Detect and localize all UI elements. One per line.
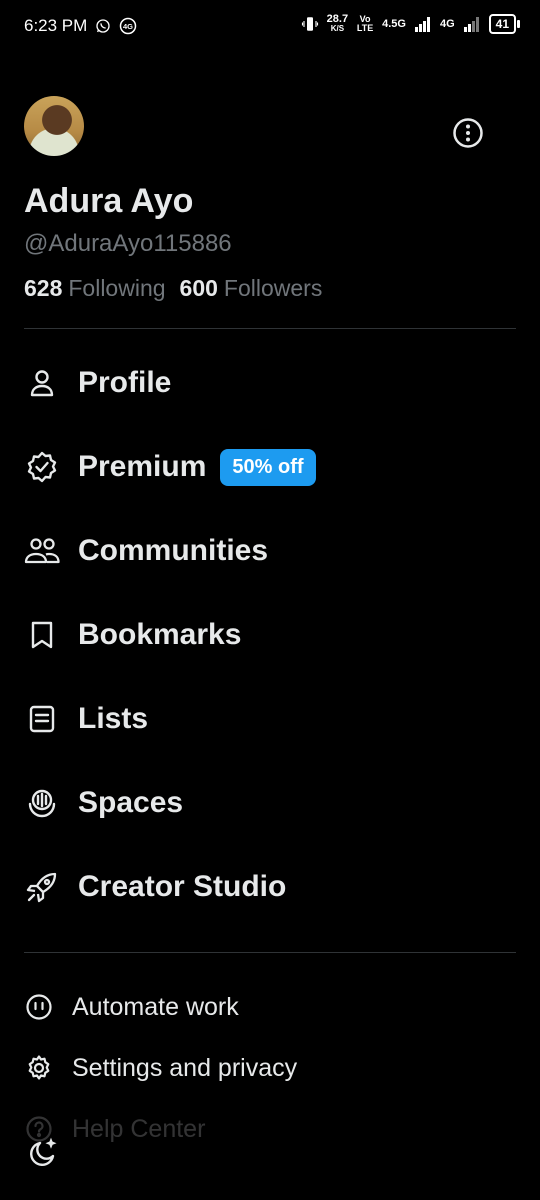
- menu-label: Profile: [78, 366, 172, 399]
- following-label: Following: [68, 275, 166, 301]
- more-vertical-icon: [453, 118, 483, 148]
- menu-item-communities[interactable]: Communities: [24, 527, 268, 575]
- signal-icon: [414, 16, 432, 32]
- following-count: 628: [24, 275, 63, 301]
- 4g-badge-icon: 4G: [119, 17, 137, 35]
- followers-count: 600: [179, 275, 218, 301]
- follow-stats: 628 Following 600 Followers: [24, 275, 322, 302]
- avatar[interactable]: [24, 96, 84, 156]
- vibrate-icon: [301, 15, 319, 33]
- gear-icon: [24, 1053, 54, 1083]
- menu-label: Premium: [78, 450, 207, 483]
- net-rate: 28.7 K/S: [326, 13, 349, 34]
- menu-label: Help Center: [72, 1114, 206, 1143]
- menu-item-profile[interactable]: Profile: [24, 359, 171, 407]
- menu-label: Spaces: [78, 786, 184, 819]
- signal-icon: [463, 16, 481, 32]
- display-theme-button[interactable]: [24, 1136, 60, 1172]
- menu-label: Settings and privacy: [72, 1053, 298, 1082]
- divider: [24, 952, 516, 953]
- whatsapp-icon: [95, 18, 111, 34]
- battery-icon: 41: [488, 14, 521, 34]
- volte-label: Vo LTE: [356, 14, 374, 33]
- menu-label: Bookmarks: [78, 618, 242, 651]
- person-icon: [24, 365, 60, 401]
- menu-item-bookmarks[interactable]: Bookmarks: [24, 611, 241, 659]
- side-drawer: 6:23 PM 4G 28.7 K/S Vo LTE 4.5G 4G 41 Ad…: [0, 0, 540, 1200]
- bookmark-icon: [24, 617, 60, 653]
- menu-label: Creator Studio: [78, 870, 287, 903]
- menu-item-premium[interactable]: Premium 50% off: [24, 443, 316, 491]
- menu-label: Communities: [78, 534, 269, 567]
- rocket-icon: [24, 869, 60, 905]
- menu-item-creator-studio[interactable]: Creator Studio: [24, 863, 286, 911]
- communities-icon: [24, 533, 60, 569]
- followers-label: Followers: [223, 275, 323, 301]
- menu-label: Lists: [78, 702, 149, 735]
- divider: [24, 328, 516, 329]
- more-options-button[interactable]: [452, 117, 484, 149]
- verified-badge-icon: [24, 449, 60, 485]
- discount-badge: 50% off: [220, 448, 316, 486]
- display-name: Adura Ayo: [24, 182, 194, 220]
- menu-item-spaces[interactable]: Spaces: [24, 779, 183, 827]
- menu-label: Automate work: [72, 992, 239, 1021]
- svg-text:4G: 4G: [123, 22, 133, 31]
- net-type-1: 4.5G: [382, 18, 406, 30]
- list-icon: [24, 701, 60, 737]
- moon-sparkle-icon: [30, 1137, 57, 1166]
- net-type-2: 4G: [439, 18, 455, 30]
- menu-item-automate-work[interactable]: Automate work: [24, 987, 239, 1027]
- menu-item-settings-privacy[interactable]: Settings and privacy: [24, 1048, 297, 1088]
- followers-link[interactable]: 600 Followers: [180, 275, 323, 302]
- spaces-icon: [24, 785, 60, 821]
- following-link[interactable]: 628 Following: [24, 275, 166, 302]
- user-handle: @AduraAyo115886: [24, 230, 232, 257]
- menu-item-lists[interactable]: Lists: [24, 695, 148, 743]
- status-bar: 6:23 PM 4G 28.7 K/S Vo LTE 4.5G 4G 41: [0, 0, 540, 54]
- automate-icon: [24, 992, 54, 1022]
- status-time: 6:23 PM: [24, 16, 88, 35]
